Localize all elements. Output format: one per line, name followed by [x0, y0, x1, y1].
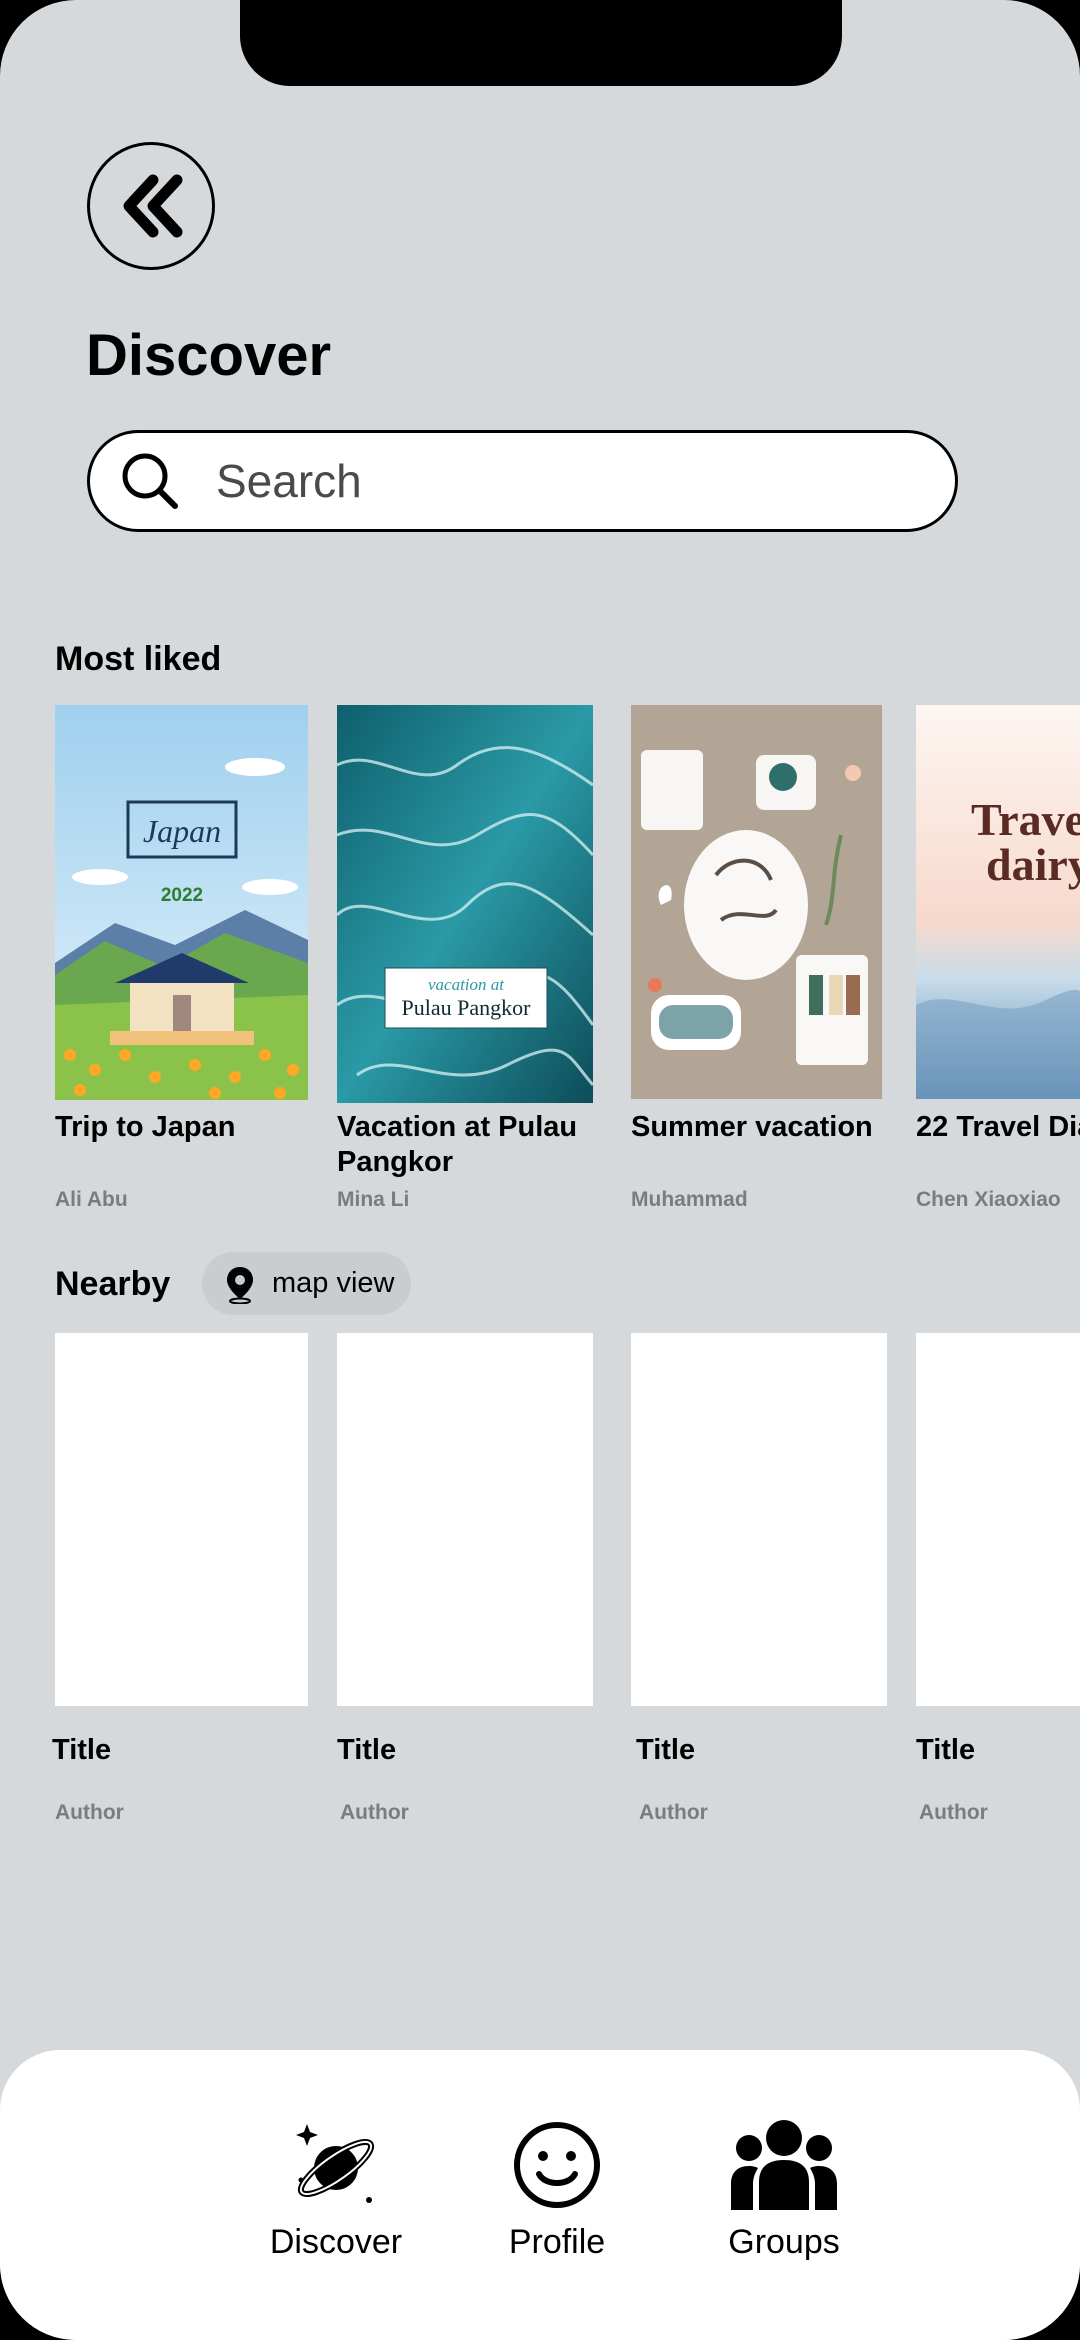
- nav-item-profile[interactable]: Profile: [487, 2120, 627, 2262]
- book-title: Trip to Japan: [55, 1111, 236, 1143]
- book-title: Title: [52, 1734, 112, 1766]
- app-screen: Discover Most liked Japan: [0, 0, 1080, 2340]
- book-cover: Travel dairy: [916, 705, 1080, 1099]
- book-author: Author: [340, 1801, 409, 1824]
- cover-title-text: Japan: [143, 813, 221, 849]
- book-cover: [631, 705, 882, 1099]
- book-title: Title: [337, 1734, 397, 1766]
- cover-line1-text: Travel: [971, 794, 1080, 845]
- search-bar[interactable]: [87, 430, 958, 532]
- map-view-button[interactable]: map view: [202, 1252, 411, 1315]
- book-title: Title: [636, 1734, 696, 1766]
- book-author: Author: [55, 1801, 124, 1824]
- back-button[interactable]: [87, 142, 215, 270]
- book-title: Vacation at Pulau: [337, 1111, 578, 1143]
- book-title: Title: [916, 1734, 976, 1766]
- book-cover-placeholder: [337, 1333, 593, 1706]
- book-title: 22 Travel Diaries: [916, 1111, 1080, 1143]
- planet-icon: [296, 2124, 375, 2203]
- nav-label: Profile: [508, 2223, 606, 2261]
- book-author: Ali Abu: [55, 1188, 128, 1211]
- smiley-icon: [514, 2122, 600, 2208]
- cover-big-text: Pulau Pangkor: [402, 995, 532, 1020]
- map-pin-icon: [227, 1266, 253, 1304]
- book-author: Author: [639, 1801, 708, 1824]
- search-icon: [122, 453, 178, 509]
- cover-line2-text: dairy: [986, 839, 1080, 890]
- page-title: Discover: [86, 323, 332, 388]
- search-input[interactable]: [216, 454, 916, 508]
- nav-label: Groups: [728, 2223, 840, 2261]
- most-liked-heading: Most liked: [55, 640, 222, 678]
- cover-year-text: 2022: [161, 885, 203, 906]
- book-cover: vacation at Pulau Pangkor: [337, 705, 593, 1103]
- book-title: Summer vacation: [631, 1111, 873, 1143]
- book-cover-placeholder: [55, 1333, 308, 1706]
- book-author: Chen Xiaoxiao: [916, 1188, 1061, 1211]
- book-author: Muhammad: [631, 1188, 748, 1211]
- nav-item-groups[interactable]: Groups: [714, 2116, 854, 2262]
- bottom-navigation: Discover Profile Groups: [0, 2050, 1080, 2340]
- book-title-line2: Pangkor: [337, 1146, 454, 1178]
- cover-small-text: vacation at: [428, 975, 505, 994]
- map-view-label: map view: [272, 1267, 395, 1299]
- nearby-heading: Nearby: [55, 1265, 171, 1303]
- book-cover-placeholder: [916, 1333, 1080, 1706]
- book-author: Mina Li: [337, 1188, 410, 1211]
- book-cover-placeholder: [631, 1333, 887, 1706]
- device-notch: [240, 0, 842, 86]
- group-icon: [731, 2120, 837, 2210]
- book-cover: Japan 2022: [55, 705, 308, 1100]
- book-author: Author: [919, 1801, 988, 1824]
- nav-item-discover[interactable]: Discover: [258, 2120, 414, 2262]
- nav-label: Discover: [269, 2223, 403, 2261]
- double-chevron-left-icon: [123, 174, 183, 238]
